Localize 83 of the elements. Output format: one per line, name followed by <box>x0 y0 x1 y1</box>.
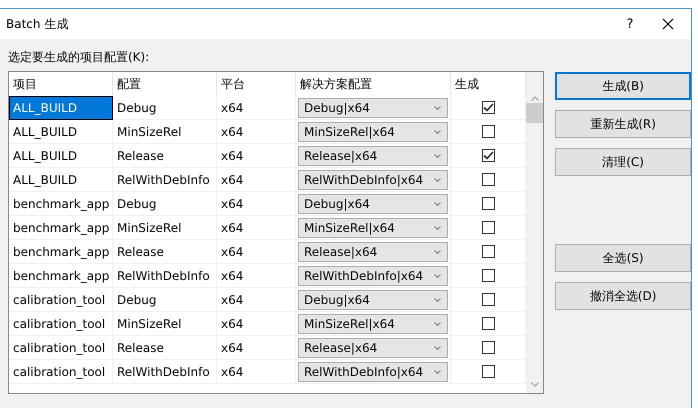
project-cell[interactable]: calibration_tool <box>9 360 113 384</box>
build-checkbox[interactable] <box>482 341 495 354</box>
build-checkbox[interactable] <box>482 365 495 378</box>
table-cell: Release <box>113 336 217 360</box>
config-dropdown[interactable]: RelWithDebInfo|x64 <box>298 170 448 190</box>
table-cell: Debug <box>113 192 217 216</box>
chevron-down-icon <box>434 250 441 254</box>
table-cell: x64 <box>217 120 296 144</box>
project-cell[interactable]: ALL_BUILD <box>9 168 113 192</box>
table-cell: x64 <box>217 264 296 288</box>
prompt-label: 选定要生成的项目配置(K): <box>8 50 150 64</box>
build-checkbox[interactable] <box>482 125 495 138</box>
config-dropdown[interactable]: Debug|x64 <box>298 290 448 310</box>
chevron-down-icon <box>434 274 441 278</box>
table-cell: RelWithDebInfo <box>113 360 217 384</box>
table-cell: RelWithDebInfo <box>113 168 217 192</box>
table-cell: MinSizeRel <box>113 312 217 336</box>
scrollbar[interactable] <box>526 72 544 393</box>
project-cell[interactable]: ALL_BUILD <box>9 96 113 120</box>
config-dropdown[interactable]: Release|x64 <box>298 242 448 262</box>
project-cell[interactable]: calibration_tool <box>9 336 113 360</box>
dialog-button[interactable]: 清理(C) <box>555 148 691 176</box>
project-cell[interactable]: benchmark_app <box>9 240 113 264</box>
chevron-down-icon <box>434 202 441 206</box>
config-dropdown[interactable]: Release|x64 <box>298 146 448 166</box>
table-cell: x64 <box>217 240 296 264</box>
config-dropdown[interactable]: RelWithDebInfo|x64 <box>298 266 448 286</box>
table-cell: Debug <box>113 96 217 120</box>
table-cell: x64 <box>217 360 296 384</box>
table-cell: x64 <box>217 216 296 240</box>
chevron-down-icon <box>434 154 441 158</box>
chevron-down-icon <box>434 346 441 350</box>
build-checkbox[interactable] <box>482 101 495 114</box>
table-cell: Debug <box>113 288 217 312</box>
project-cell[interactable]: calibration_tool <box>9 288 113 312</box>
project-cell[interactable]: benchmark_app <box>9 264 113 288</box>
table-cell: x64 <box>217 288 296 312</box>
dialog-button[interactable]: 重新生成(R) <box>555 110 691 138</box>
chevron-down-icon <box>434 106 441 110</box>
config-dropdown[interactable]: MinSizeRel|x64 <box>298 218 448 238</box>
config-dropdown[interactable]: MinSizeRel|x64 <box>298 122 448 142</box>
chevron-down-icon <box>434 298 441 302</box>
table-cell: x64 <box>217 168 296 192</box>
chevron-down-icon <box>434 178 441 182</box>
config-dropdown[interactable]: Debug|x64 <box>298 98 448 118</box>
config-dropdown[interactable]: Debug|x64 <box>298 194 448 214</box>
build-checkbox[interactable] <box>482 173 495 186</box>
dialog-button[interactable]: 撤消全选(D) <box>555 282 691 310</box>
chevron-down-icon <box>434 370 441 374</box>
config-dropdown[interactable]: MinSizeRel|x64 <box>298 314 448 334</box>
table-cell: x64 <box>217 192 296 216</box>
table-cell: MinSizeRel <box>113 120 217 144</box>
table-cell: x64 <box>217 96 296 120</box>
build-checkbox[interactable] <box>482 245 495 258</box>
build-checkbox[interactable] <box>482 149 495 162</box>
project-cell[interactable]: ALL_BUILD <box>9 144 113 168</box>
build-checkbox[interactable] <box>482 317 495 330</box>
chevron-down-icon <box>434 226 441 230</box>
build-checkbox[interactable] <box>482 269 495 282</box>
window-title: Batch 生成 <box>6 16 70 32</box>
dialog-button[interactable]: 生成(B) <box>555 72 691 100</box>
table-cell: x64 <box>217 312 296 336</box>
build-checkbox[interactable] <box>482 197 495 210</box>
project-cell[interactable]: ALL_BUILD <box>9 120 113 144</box>
table-cell: Release <box>113 144 217 168</box>
table-cell: x64 <box>217 144 296 168</box>
config-dropdown[interactable]: Release|x64 <box>298 338 448 358</box>
help-button[interactable]: ? <box>615 16 645 32</box>
table-cell: MinSizeRel <box>113 216 217 240</box>
scrollbar-thumb[interactable] <box>526 103 544 123</box>
config-dropdown[interactable]: RelWithDebInfo|x64 <box>298 362 448 382</box>
build-checkbox[interactable] <box>482 221 495 234</box>
table-cell: RelWithDebInfo <box>113 264 217 288</box>
chevron-down-icon <box>434 322 441 326</box>
project-cell[interactable]: calibration_tool <box>9 312 113 336</box>
table-cell: x64 <box>217 336 296 360</box>
build-checkbox[interactable] <box>482 293 495 306</box>
chevron-down-icon <box>434 130 441 134</box>
project-cell[interactable]: benchmark_app <box>9 216 113 240</box>
close-icon[interactable] <box>662 18 674 30</box>
table-cell: Release <box>113 240 217 264</box>
dialog-button[interactable]: 全选(S) <box>555 244 691 272</box>
project-cell[interactable]: benchmark_app <box>9 192 113 216</box>
